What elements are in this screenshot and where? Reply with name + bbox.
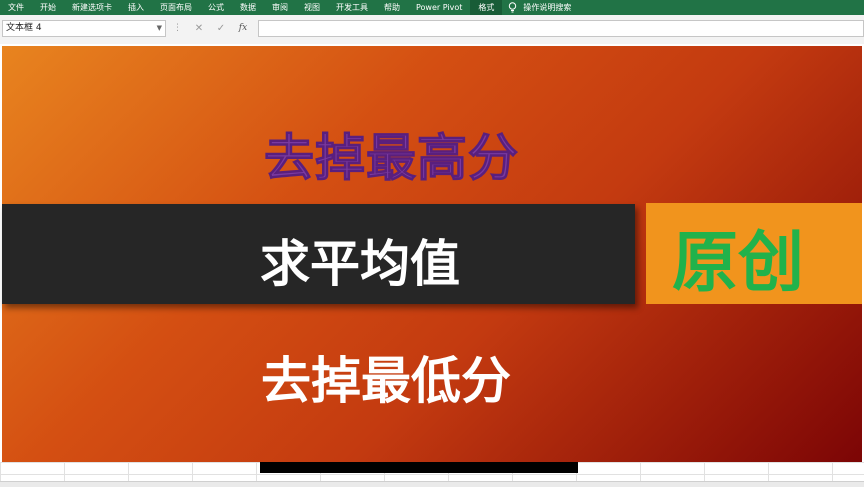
- cancel-icon[interactable]: ✕: [190, 20, 208, 37]
- tab-new[interactable]: 新建选项卡: [64, 0, 120, 15]
- tab-help[interactable]: 帮助: [376, 0, 408, 15]
- tab-insert[interactable]: 插入: [120, 0, 152, 15]
- enter-icon[interactable]: ✓: [212, 20, 230, 37]
- formula-bar: 文本框 4 ▼ ⋮ ✕ ✓ fx: [0, 15, 864, 45]
- insert-function-icon[interactable]: fx: [234, 20, 252, 37]
- gradient-shape[interactable]: 去掉最高分 求平均值 原创 去掉最低分: [2, 46, 862, 462]
- original-badge[interactable]: 原创: [646, 203, 862, 304]
- title-remove-highest[interactable]: 去掉最高分: [264, 118, 519, 190]
- drag-handle-icon[interactable]: ⋮: [173, 21, 182, 36]
- lightbulb-icon: [509, 2, 517, 13]
- black-bar-shape[interactable]: [260, 462, 578, 473]
- name-box-value: 文本框 4: [6, 23, 42, 33]
- tab-file[interactable]: 文件: [0, 0, 32, 15]
- name-box[interactable]: 文本框 4 ▼: [2, 20, 166, 37]
- ribbon-tab-bar: 文件 开始 新建选项卡 插入 页面布局 公式 数据 审阅 视图 开发工具 帮助 …: [0, 0, 864, 15]
- sheet-tab-strip[interactable]: [0, 481, 864, 487]
- tab-formulas[interactable]: 公式: [200, 0, 232, 15]
- chevron-down-icon[interactable]: ▼: [157, 21, 162, 36]
- formula-input[interactable]: [258, 20, 864, 37]
- original-badge-text[interactable]: 原创: [672, 209, 804, 305]
- tab-page-layout[interactable]: 页面布局: [152, 0, 200, 15]
- worksheet-canvas: 去掉最高分 求平均值 原创 去掉最低分: [0, 44, 864, 487]
- tab-review[interactable]: 审阅: [264, 0, 296, 15]
- tab-home[interactable]: 开始: [32, 0, 64, 15]
- tab-format[interactable]: 格式: [470, 0, 503, 15]
- tab-data[interactable]: 数据: [232, 0, 264, 15]
- tab-developer[interactable]: 开发工具: [328, 0, 376, 15]
- tell-me-search[interactable]: 操作说明搜索: [502, 2, 571, 13]
- tab-power-pivot[interactable]: Power Pivot: [408, 0, 470, 15]
- dark-band-shape[interactable]: 求平均值: [2, 204, 635, 304]
- band-text-average[interactable]: 求平均值: [260, 224, 460, 296]
- title-remove-lowest[interactable]: 去掉最低分: [261, 341, 511, 413]
- tab-view[interactable]: 视图: [296, 0, 328, 15]
- tell-me-label: 操作说明搜索: [523, 3, 572, 12]
